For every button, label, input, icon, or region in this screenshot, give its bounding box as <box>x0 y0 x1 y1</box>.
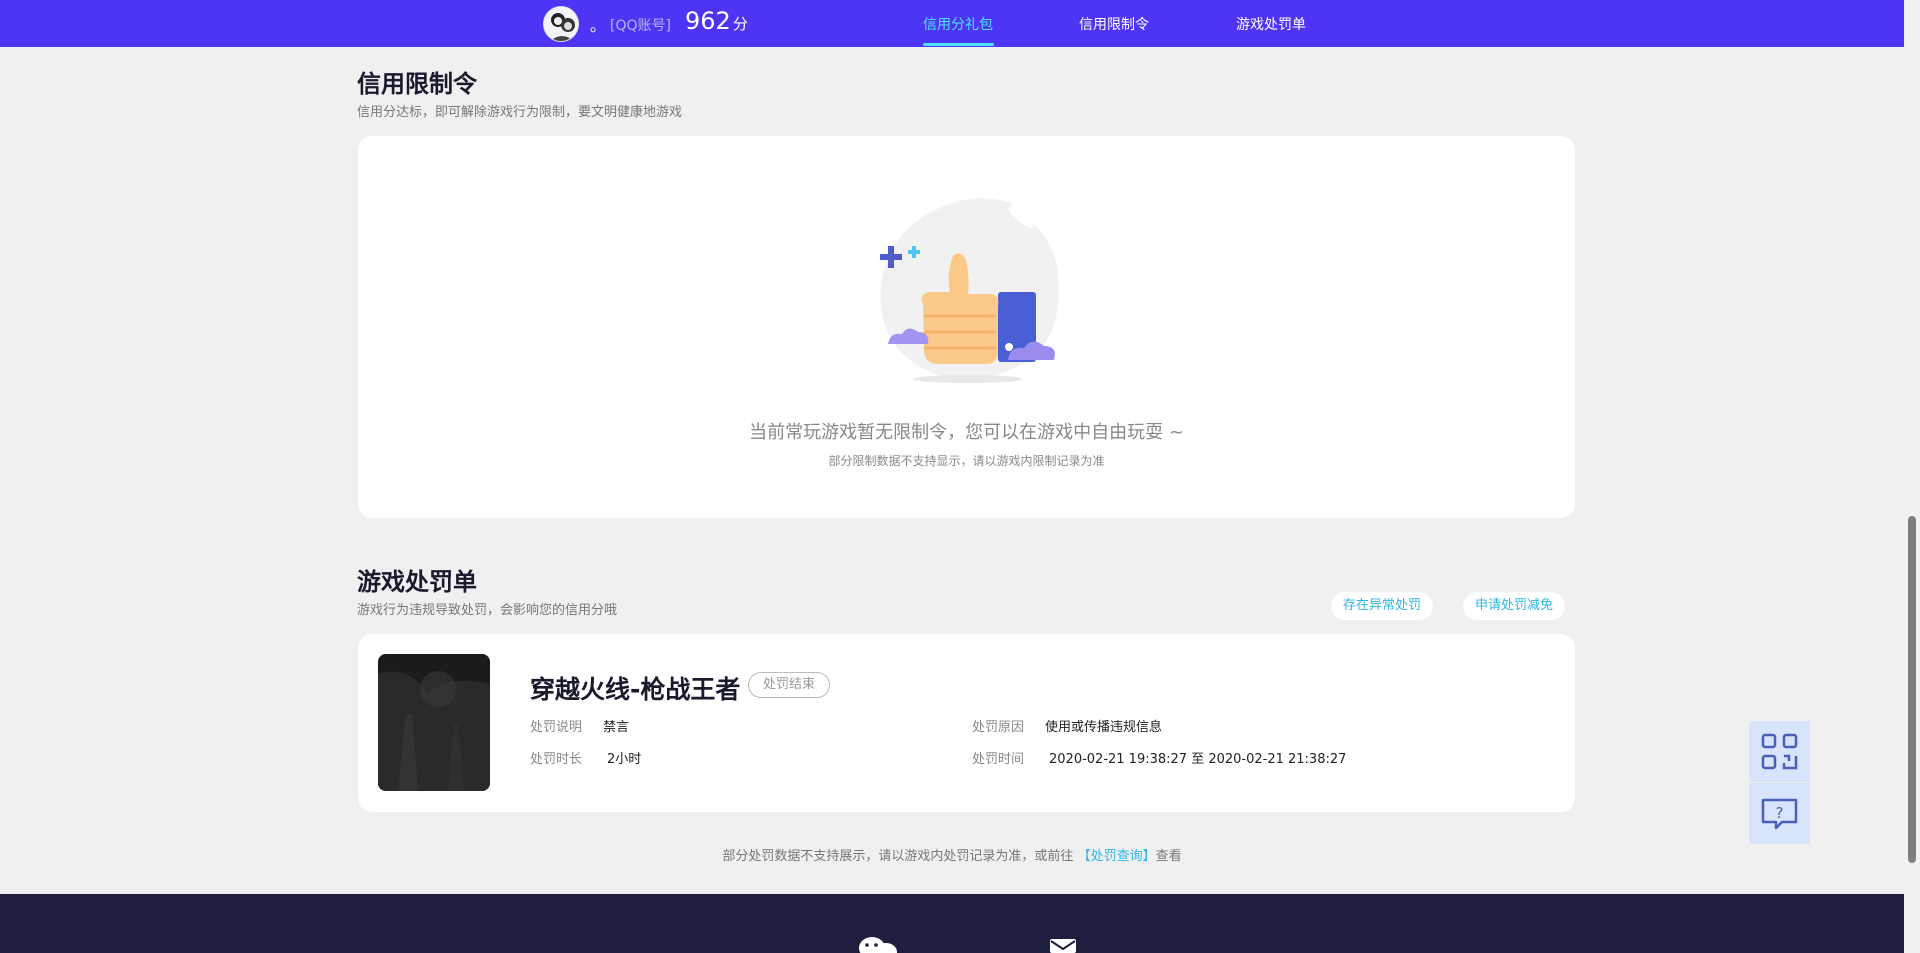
nav-credit-gift[interactable]: 信用分礼包 <box>923 14 993 34</box>
nickname: 。 <box>590 16 607 35</box>
nav-game-penalty[interactable]: 游戏处罚单 <box>1236 14 1306 34</box>
qr-code-icon <box>1761 733 1798 770</box>
restrictions-empty-message: 当前常玩游戏暂无限制令，您可以在游戏中自由玩耍 ~ <box>749 422 1184 443</box>
credit-score-unit: 分 <box>732 15 748 33</box>
status-badge: 处罚结束 <box>748 672 831 698</box>
restrictions-title: 信用限制令 <box>357 70 477 98</box>
penalty-desc-label: 处罚说明 <box>530 720 583 735</box>
restrictions-subtitle: 信用分达标，即可解除游戏行为限制，要文明健康地游戏 <box>357 105 683 120</box>
restrictions-empty-note: 部分限制数据不支持显示，请以游戏内限制记录为准 <box>828 454 1105 468</box>
penalty-desc-value: 禁言 <box>603 720 630 735</box>
penalty-reason-label: 处罚原因 <box>972 720 1025 735</box>
abnormal-penalty-button[interactable]: 存在异常处罚 <box>1331 592 1434 620</box>
game-name: 穿越火线-枪战王者 <box>530 675 741 704</box>
penalties-subtitle: 游戏行为违规导致处罚，会影响您的信用分哦 <box>357 603 618 618</box>
mail-icon[interactable] <box>1049 938 1077 953</box>
credit-score-value: 962 <box>685 7 731 35</box>
account-type: [QQ账号] <box>610 18 671 34</box>
wechat-icon[interactable] <box>858 936 900 953</box>
site-footer <box>0 894 1904 953</box>
svg-text:?: ? <box>1776 804 1784 822</box>
scrollbar[interactable] <box>1904 0 1920 953</box>
top-bar: 。 [QQ账号] 962 分 信用分礼包 信用限制令 游戏处罚单 <box>0 0 1904 47</box>
nav-active-indicator <box>923 43 994 46</box>
restrictions-card: 当前常玩游戏暂无限制令，您可以在游戏中自由玩耍 ~ 部分限制数据不支持显示，请以… <box>358 136 1575 518</box>
qr-code-button[interactable] <box>1749 721 1810 782</box>
penalty-footer-suffix: 查看 <box>1155 849 1182 864</box>
avatar-image-icon <box>544 7 578 41</box>
help-button[interactable]: ? <box>1749 783 1810 844</box>
penalty-time-value: 2020-02-21 19:38:27 至 2020-02-21 21:38:2… <box>1049 752 1347 767</box>
penalty-duration-label: 处罚时长 <box>530 752 583 767</box>
scrollbar-thumb[interactable] <box>1908 516 1916 863</box>
thumbs-up-illustration <box>880 198 1059 383</box>
penalty-duration-value: 2小时 <box>607 752 642 767</box>
penalty-footer-prefix: 部分处罚数据不支持展示，请以游戏内处罚记录为准，或前往 <box>722 849 1074 864</box>
penalties-title: 游戏处罚单 <box>357 568 477 596</box>
penalty-card: 穿越火线-枪战王者 处罚结束 处罚说明 禁言 处罚时长 2小时 处罚原因 使用或… <box>358 634 1575 812</box>
penalty-reason-value: 使用或传播违规信息 <box>1045 720 1163 735</box>
penalty-time-label: 处罚时间 <box>972 752 1025 767</box>
game-thumbnail <box>378 654 490 791</box>
avatar[interactable] <box>543 6 579 42</box>
credit-score: 962 分 <box>685 7 748 35</box>
penalty-footer-note: 部分处罚数据不支持展示，请以游戏内处罚记录为准，或前往 【处罚查询】查看 <box>0 845 1904 864</box>
help-chat-icon: ? <box>1761 798 1798 830</box>
nav-credit-restriction[interactable]: 信用限制令 <box>1079 14 1149 34</box>
apply-penalty-reduction-button[interactable]: 申请处罚减免 <box>1463 592 1566 620</box>
penalty-query-link[interactable]: 【处罚查询】 <box>1078 849 1156 864</box>
game-thumbnail-icon <box>378 654 490 791</box>
